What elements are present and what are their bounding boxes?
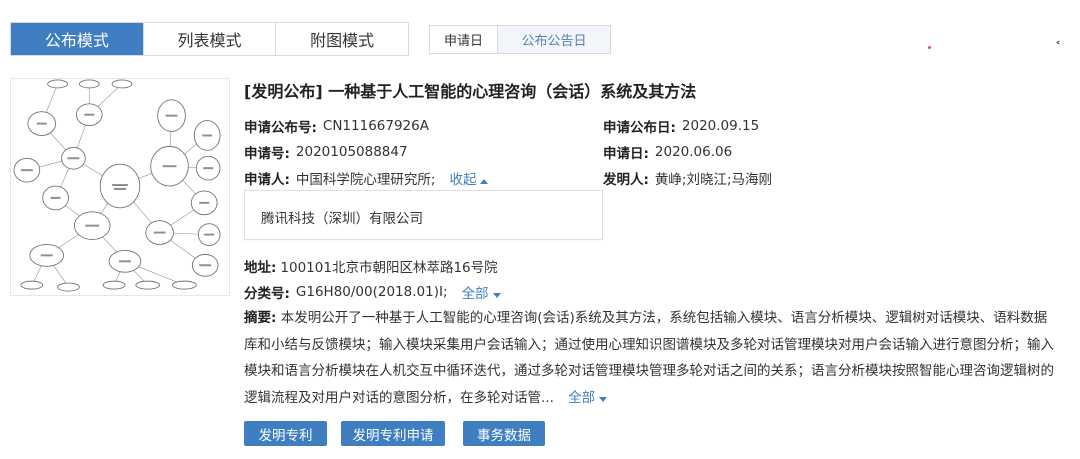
abstract-text: 本发明公开了一种基于人工智能的心理咨询(会话)系统及其方法，系统包括输入模块、语… [244, 310, 1054, 406]
tab-publication-mode[interactable]: 公布模式 [11, 23, 144, 55]
caret-up-icon [480, 179, 489, 184]
application-number-label: 申请号: [244, 146, 290, 162]
abstract-label: 摘要: [244, 310, 277, 326]
publication-date-row: 申请公布日: 2020.09.15 [603, 116, 759, 136]
abstract-block: 摘要: 本发明公开了一种基于人工智能的心理咨询(会话)系统及其方法，系统包括输入… [244, 305, 1059, 411]
patent-title[interactable]: [发明公布] 一种基于人工智能的心理咨询（会话）系统及其方法 [244, 78, 696, 102]
classification-label: 分类号: [244, 286, 290, 302]
decorative-dot [928, 46, 931, 49]
applicant-label: 申请人: [244, 172, 290, 188]
sort-by-application-date[interactable]: 申请日 [430, 26, 498, 53]
publication-date-label: 申请公布日: [603, 120, 676, 136]
sort-by-publication-date[interactable]: 公布公告日 [498, 26, 610, 53]
date-sort-tabs: 申请日 公布公告日 [429, 25, 611, 54]
caret-down-icon [492, 293, 501, 298]
application-date-value: 2020.06.06 [654, 144, 733, 160]
inventor-label: 发明人: [603, 172, 649, 188]
inventor-row: 发明人: 黄峥;刘晓江;马海刚 [603, 168, 772, 188]
address-label: 地址: [244, 260, 277, 276]
application-date-row: 申请日: 2020.06.06 [603, 142, 732, 162]
application-date-label: 申请日: [603, 146, 649, 162]
publication-number-row: 申请公布号: CN111667926A [244, 116, 429, 136]
address-value: 100101北京市朝阳区林萃路16号院 [280, 260, 498, 276]
application-number-row: 申请号: 2020105088847 [244, 142, 408, 162]
caret-down-icon [599, 396, 608, 402]
address-row: 地址: 100101北京市朝阳区林萃路16号院 [244, 256, 498, 276]
classification-row: 分类号: G16H80/00(2018.01)I; 全部 [244, 282, 501, 302]
invention-patent-button[interactable]: 发明专利 [244, 421, 327, 446]
tab-list-mode[interactable]: 列表模式 [143, 23, 277, 55]
applicant-value: 中国科学院心理研究所; [295, 172, 436, 188]
collapse-applicants-link[interactable]: 收起 [449, 168, 489, 188]
classification-all-link[interactable]: 全部 [462, 282, 501, 302]
mode-tab-bar: 公布模式 列表模式 附图模式 [10, 22, 409, 56]
invention-application-button[interactable]: 发明专利申请 [341, 421, 445, 446]
publication-number-value: CN111667926A [322, 118, 429, 134]
patent-drawing-thumbnail[interactable] [10, 78, 230, 296]
classification-value: G16H80/00(2018.01)I; [295, 284, 448, 300]
abstract-all-label: 全部 [568, 389, 596, 406]
collapse-label: 收起 [449, 172, 477, 188]
inventor-value: 黄峥;刘晓江;马海刚 [654, 172, 773, 188]
corner-mark-icon: ˂ [1055, 40, 1061, 54]
tab-figure-mode[interactable]: 附图模式 [276, 23, 409, 55]
publication-number-label: 申请公布号: [244, 120, 317, 136]
transaction-data-button[interactable]: 事务数据 [463, 421, 545, 446]
co-applicant-value: 腾讯科技（深圳）有限公司 [261, 211, 423, 227]
application-number-value: 2020105088847 [295, 144, 408, 160]
co-applicant-box: 腾讯科技（深圳）有限公司 [244, 190, 603, 240]
classification-all-label: 全部 [461, 286, 489, 302]
applicant-row: 申请人: 中国科学院心理研究所; 收起 [244, 168, 489, 188]
abstract-all-link[interactable]: 全部 [568, 389, 608, 406]
mind-map-diagram [13, 79, 221, 292]
publication-date-value: 2020.09.15 [681, 118, 760, 134]
